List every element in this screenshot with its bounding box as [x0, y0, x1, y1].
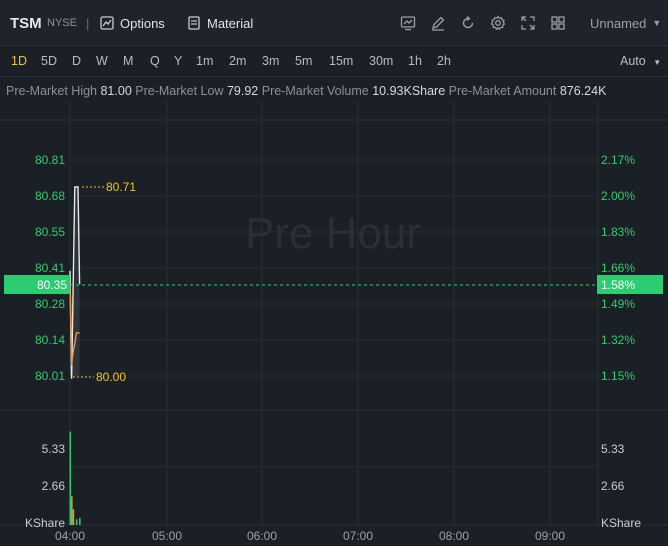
- time-tick-label: 06:00: [247, 529, 277, 543]
- chart-grid: [0, 100, 668, 526]
- volume-axis: 5.33 5.33 2.66 2.66 KShare KShare: [25, 442, 641, 530]
- percent-tick-label: 1.32%: [601, 333, 635, 347]
- time-tick-label: 09:00: [535, 529, 565, 543]
- volume-bar: [79, 517, 81, 525]
- volume-bar: [72, 509, 75, 525]
- max-price-label: 80.71: [106, 180, 136, 194]
- time-axis: 04:00 05:00 06:00 07:00 08:00 09:00: [55, 529, 565, 543]
- volume-bar: [71, 496, 73, 525]
- volume-bar: [69, 431, 71, 525]
- time-tick-label: 05:00: [152, 529, 182, 543]
- price-chart[interactable]: Pre Hour 80.8180.6880.5580.4180.2880.148…: [0, 0, 668, 546]
- volume-tick-label: 2.66: [42, 479, 66, 493]
- price-tick-label: 80.68: [35, 189, 65, 203]
- current-pct-text: 1.58%: [601, 278, 635, 292]
- percent-tick-label: 2.17%: [601, 153, 635, 167]
- volume-tick-label: 5.33: [42, 442, 66, 456]
- percent-tick-label: 1.83%: [601, 225, 635, 239]
- time-tick-label: 04:00: [55, 529, 85, 543]
- percent-tick-label: 1.15%: [601, 369, 635, 383]
- session-watermark: Pre Hour: [245, 209, 421, 258]
- price-tick-label: 80.81: [35, 153, 65, 167]
- price-axis: 80.81 80.68 80.55 80.41 80.28 80.14 80.01: [35, 153, 65, 383]
- time-tick-label: 08:00: [439, 529, 469, 543]
- time-tick-label: 07:00: [343, 529, 373, 543]
- current-price-text: 80.35: [37, 278, 67, 292]
- percent-axis: 2.17% 2.00% 1.83% 1.66% 1.49% 1.32% 1.15%: [601, 153, 635, 383]
- volume-tick-label: 5.33: [601, 442, 625, 456]
- price-tick-label: 80.55: [35, 225, 65, 239]
- price-tick-label: 80.01: [35, 369, 65, 383]
- price-tick-label: 80.14: [35, 333, 65, 347]
- min-price-label: 80.00: [96, 370, 126, 384]
- percent-tick-label: 2.00%: [601, 189, 635, 203]
- volume-bars: [69, 431, 81, 525]
- price-series: [69, 186, 81, 379]
- volume-tick-label: 2.66: [601, 479, 625, 493]
- volume-unit-label: KShare: [25, 516, 65, 530]
- price-tick-label: 80.28: [35, 297, 65, 311]
- price-tick-label: 80.41: [35, 261, 65, 275]
- percent-tick-label: 1.49%: [601, 297, 635, 311]
- volume-bar: [75, 519, 78, 525]
- volume-unit-label: KShare: [601, 516, 641, 530]
- percent-tick-label: 1.66%: [601, 261, 635, 275]
